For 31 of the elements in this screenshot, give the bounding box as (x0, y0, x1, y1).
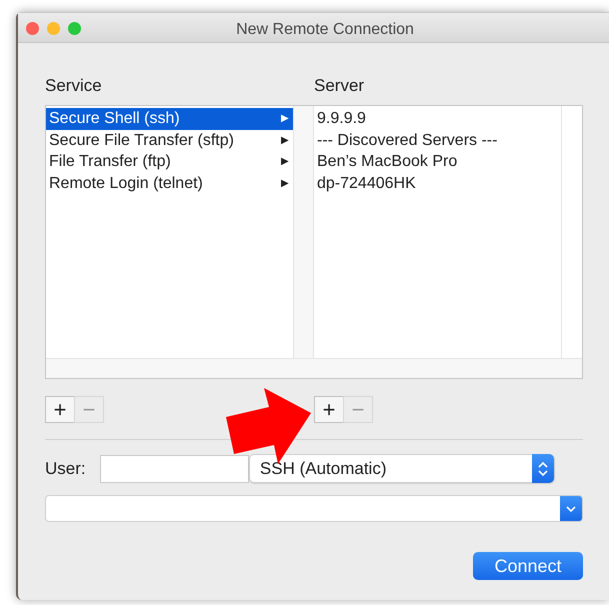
server-label: Server (314, 75, 364, 97)
disclosure-arrow: ▶ (281, 134, 289, 148)
service-name: Secure Shell (ssh) (49, 109, 180, 129)
command-combo-box[interactable] (45, 495, 583, 522)
service-row[interactable]: File Transfer (ftp) ▶ (46, 151, 293, 172)
service-name: Remote Login (telnet) (49, 174, 203, 194)
add-button[interactable]: + (45, 396, 75, 423)
service-label: Service (45, 75, 103, 97)
disclosure-arrow: ▶ (281, 176, 289, 190)
window-title: New Remote Connection (236, 21, 414, 38)
service-row[interactable]: Remote Login (telnet) ▶ (46, 172, 293, 194)
server-item[interactable]: Ben’s MacBook Pro (314, 151, 561, 172)
chevron-down-icon (565, 504, 577, 512)
server-item[interactable]: dp-724406HK (314, 172, 561, 194)
user-field[interactable] (100, 454, 249, 482)
disclosure-arrow: ▶ (281, 155, 289, 169)
server-item[interactable]: 9.9.9.9 (314, 108, 561, 130)
service-row[interactable]: Secure File Transfer (sftp) ▶ (46, 130, 293, 151)
connect-button[interactable]: Connect (473, 552, 583, 580)
service-name: File Transfer (ftp) (49, 152, 171, 172)
protocol-popup[interactable]: SSH (Automatic) (248, 454, 555, 483)
zoom-button[interactable] (68, 22, 81, 35)
user-label: User: (45, 458, 87, 480)
service-row[interactable]: Secure Shell (ssh) ▶ (46, 108, 293, 130)
close-button[interactable] (26, 22, 39, 35)
add-button[interactable]: + (314, 396, 344, 423)
server-item[interactable]: --- Discovered Servers --- (314, 130, 561, 151)
disclosure-arrow: ▶ (281, 112, 289, 126)
service-name: Secure File Transfer (sftp) (49, 130, 234, 150)
stepper-icon (537, 460, 549, 478)
minimize-button[interactable] (47, 22, 60, 35)
